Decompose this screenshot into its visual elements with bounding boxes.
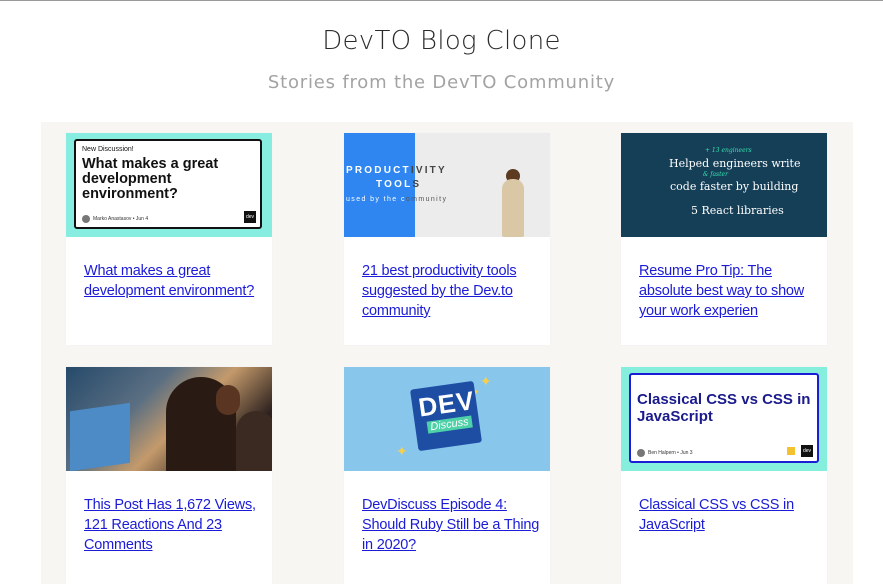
- cover-headline: What makes a great development environme…: [82, 156, 219, 202]
- post-title-link[interactable]: This Post Has 1,672 Views, 121 Reactions…: [84, 495, 262, 555]
- post-title-link[interactable]: DevDiscuss Episode 4: Should Ruby Still …: [362, 495, 540, 555]
- post-cover-image[interactable]: Classical CSS vs CSS in JavaScript Ben H…: [621, 367, 827, 471]
- cover-line-3b: ommunity: [405, 196, 448, 203]
- dev-logo-icon: dev: [244, 211, 256, 223]
- cover-author-text: Marko Anastasov • Jun 4: [93, 216, 149, 222]
- cover-note-2: & faster: [703, 171, 728, 178]
- emoji-icon: [787, 447, 795, 455]
- post-card: PRODUCTIVITY TOOLS used by the community…: [344, 133, 550, 345]
- star-icon: ✦: [480, 373, 492, 389]
- devdiscuss-badge: DEV Discuss: [409, 380, 483, 452]
- cover-line-3a: used by the c: [346, 196, 406, 203]
- dev-logo-icon: dev: [801, 445, 813, 457]
- cover-line-1: PRODUCTIVITY: [346, 165, 447, 176]
- post-card: Classical CSS vs CSS in JavaScript Ben H…: [621, 367, 827, 584]
- cover-line-2: TOOLS: [376, 179, 421, 190]
- post-title-link[interactable]: Classical CSS vs CSS in JavaScript: [639, 495, 817, 535]
- cover-tag: New Discussion!: [82, 146, 134, 153]
- avatar: [82, 215, 90, 223]
- post-card: New Discussion! What makes a great devel…: [66, 133, 272, 345]
- cover-author: Marko Anastasov • Jun 4: [82, 215, 148, 223]
- post-card: + 13 engineers Helped engineers write & …: [621, 133, 827, 345]
- post-cover-image[interactable]: + 13 engineers Helped engineers write & …: [621, 133, 827, 237]
- cover-headline: Classical CSS vs CSS in JavaScript: [637, 391, 811, 425]
- post-title-link[interactable]: Resume Pro Tip: The absolute best way to…: [639, 261, 817, 321]
- avatar: [637, 449, 645, 457]
- post-cover-image[interactable]: PRODUCTIVITY TOOLS used by the community: [344, 133, 550, 237]
- post-card: ✦ ✦ ✦ DEV Discuss DevDiscuss Episode 4: …: [344, 367, 550, 584]
- cover-line-1b: IVITY: [410, 165, 447, 176]
- cover-line-3: 5 React libraries: [691, 204, 784, 217]
- post-card: This Post Has 1,672 Views, 121 Reactions…: [66, 367, 272, 584]
- post-cover-image[interactable]: [66, 367, 272, 471]
- top-divider: [0, 0, 883, 1]
- cover-line-1: Helped engineers write: [669, 157, 801, 170]
- post-cover-image[interactable]: ✦ ✦ ✦ DEV Discuss: [344, 367, 550, 471]
- page-subtitle: Stories from the DevTO Community: [267, 72, 616, 93]
- page-title: DevTO Blog Clone: [322, 26, 561, 56]
- cover-line-2a: TOOL: [376, 179, 413, 190]
- cover-line-2: code faster by building: [670, 180, 799, 193]
- person-shape: [502, 179, 524, 237]
- person-shape: [236, 411, 272, 471]
- cover-panel: New Discussion! What makes a great devel…: [74, 139, 262, 229]
- star-icon: ✦: [396, 443, 408, 459]
- cover-line-3: used by the community: [346, 196, 447, 203]
- cover-line-1a: PRODUCT: [346, 165, 411, 176]
- cover-line-2b: S: [412, 179, 422, 190]
- cover-note-1: + 13 engineers: [705, 147, 752, 154]
- cover-author: Ben Halpern • Jun 3: [637, 449, 693, 457]
- post-title-link[interactable]: 21 best productivity tools suggested by …: [362, 261, 540, 321]
- face-shape: [216, 385, 240, 415]
- cover-panel: Classical CSS vs CSS in JavaScript Ben H…: [629, 373, 819, 463]
- post-title-link[interactable]: What makes a great development environme…: [84, 261, 262, 301]
- post-cover-image[interactable]: New Discussion! What makes a great devel…: [66, 133, 272, 237]
- monitor-shape: [70, 402, 130, 471]
- cover-author-text: Ben Halpern • Jun 3: [648, 450, 693, 456]
